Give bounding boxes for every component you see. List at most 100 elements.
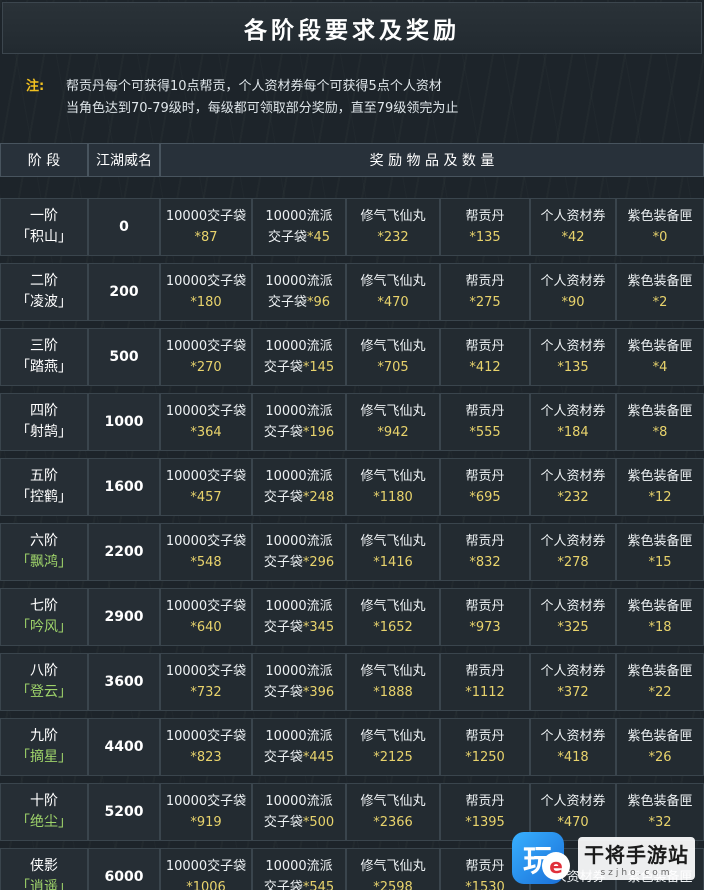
reward-item-name: 10000交子袋: [165, 339, 247, 354]
reward-qty: *180: [190, 295, 222, 310]
reward-qty: *1888: [373, 685, 413, 700]
reward-item-prefix: 交子袋: [263, 360, 303, 375]
reward-qty: *1006: [186, 880, 226, 890]
reward-qty: *823: [190, 750, 222, 765]
reward-qty: *0: [652, 230, 668, 245]
reward-item-qty-line: *1112: [465, 682, 505, 703]
reward-qty: *732: [190, 685, 222, 700]
table-row: 五阶 「控鹤」 1600 10000交子袋 *457 10000流派 交子袋*248 修气飞仙…: [0, 458, 704, 516]
stage-cell: 八阶 「登云」: [0, 653, 88, 711]
reward-item-name: 10000流派: [265, 794, 333, 809]
note-line-2: 当角色达到70-79级时，每级都可领取部分奖励，直至79级领完为止: [66, 101, 459, 116]
reward-item-name: 紫色装备匣: [627, 469, 693, 484]
fame-cell: 2200: [88, 523, 160, 581]
reward-item-name: 修气飞仙丸: [360, 339, 426, 354]
reward-cell: 帮贡丹 *1112: [440, 653, 530, 711]
reward-qty: *42: [561, 230, 585, 245]
reward-item-qty-line: *1180: [373, 487, 413, 508]
stage-title: 「逍遥」: [16, 879, 72, 890]
reward-qty: *15: [648, 555, 672, 570]
watermark-badge: e: [542, 852, 570, 880]
reward-item-qty-line: *325: [557, 617, 588, 638]
reward-item-name: 修气飞仙丸: [360, 859, 426, 874]
reward-qty: *232: [377, 230, 409, 245]
reward-item-qty-line: *1888: [373, 682, 413, 703]
stage-title: 「登云」: [16, 684, 72, 700]
reward-cell: 修气飞仙丸 *2598: [346, 848, 440, 890]
reward-item-qty-line: 交子袋*248: [264, 487, 334, 508]
reward-qty: *500: [302, 815, 335, 830]
reward-cell: 修气飞仙丸 *1888: [346, 653, 440, 711]
reward-item-qty-line: 交子袋*96: [268, 292, 330, 313]
reward-item-prefix: 交子袋: [263, 750, 303, 765]
reward-qty: *296: [302, 555, 335, 570]
reward-item-qty-line: *1006: [186, 877, 226, 890]
table-row: 四阶 「射鹄」 1000 10000交子袋 *364 10000流派 交子袋*196 修气飞仙…: [0, 393, 704, 451]
fame-cell: 1000: [88, 393, 160, 451]
stage-title: 「飘鸿」: [16, 554, 72, 570]
reward-qty: *1180: [373, 490, 413, 505]
reward-item-qty-line: *26: [648, 747, 671, 768]
reward-item-qty-line: *278: [557, 552, 588, 573]
reward-cell: 紫色装备匣 *4: [616, 328, 704, 386]
stage-title: 「控鹤」: [16, 489, 72, 505]
reward-qty: *325: [557, 620, 589, 635]
reward-item-qty-line: *0: [653, 227, 668, 248]
stage-title: 「射鹄」: [16, 424, 72, 440]
table-row: 二阶 「凌波」 200 10000交子袋 *180 10000流派 交子袋*96 修气飞仙丸 *…: [0, 263, 704, 321]
reward-cell: 10000流派 交子袋*248: [252, 458, 346, 516]
header-fame: 江湖威名: [88, 143, 160, 177]
reward-item-qty-line: 交子袋*500: [264, 812, 334, 833]
reward-qty: *1112: [465, 685, 505, 700]
stage-cell: 三阶 「踏燕」: [0, 328, 88, 386]
reward-cell: 10000流派 交子袋*296: [252, 523, 346, 581]
reward-item-qty-line: 交子袋*296: [264, 552, 334, 573]
reward-qty: *1395: [465, 815, 505, 830]
reward-qty: *345: [302, 620, 335, 635]
reward-qty: *2598: [373, 880, 413, 890]
reward-cell: 10000交子袋 *87: [160, 198, 252, 256]
reward-item-qty-line: *2598: [373, 877, 413, 890]
reward-qty: *1530: [465, 880, 505, 890]
reward-item-name: 10000流派: [265, 209, 333, 224]
reward-cell: 帮贡丹 *412: [440, 328, 530, 386]
reward-qty: *232: [557, 490, 589, 505]
reward-item-name: 帮贡丹: [465, 339, 505, 354]
reward-item-name: 修气飞仙丸: [360, 469, 426, 484]
note-label: 注:: [26, 79, 45, 94]
reward-cell: 修气飞仙丸 *232: [346, 198, 440, 256]
reward-qty: *135: [469, 230, 501, 245]
reward-item-qty-line: *973: [469, 617, 500, 638]
reward-item-qty-line: *832: [469, 552, 500, 573]
reward-cell: 帮贡丹 *973: [440, 588, 530, 646]
reward-qty: *1652: [373, 620, 413, 635]
reward-qty: *942: [377, 425, 409, 440]
reward-cell: 个人资材券 *232: [530, 458, 616, 516]
reward-cell: 10000流派 交子袋*545: [252, 848, 346, 890]
reward-item-name: 10000流派: [265, 664, 333, 679]
reward-qty: *470: [377, 295, 409, 310]
reward-qty: *418: [557, 750, 589, 765]
reward-cell: 紫色装备匣 *15: [616, 523, 704, 581]
reward-item-qty-line: *470: [377, 292, 408, 313]
reward-item-qty-line: 交子袋*145: [264, 357, 334, 378]
reward-cell: 紫色装备匣 *0: [616, 198, 704, 256]
reward-item-qty-line: *705: [377, 357, 408, 378]
reward-item-name: 10000交子袋: [165, 859, 247, 874]
table-row: 九阶 「摘星」 4400 10000交子袋 *823 10000流派 交子袋*445 修气飞仙…: [0, 718, 704, 776]
stage-name: 十阶: [30, 793, 58, 809]
reward-item-name: 10000流派: [265, 729, 333, 744]
fame-cell: 5200: [88, 783, 160, 841]
table-row: 七阶 「吟风」 2900 10000交子袋 *640 10000流派 交子袋*345 修气飞仙…: [0, 588, 704, 646]
reward-item-name: 修气飞仙丸: [360, 794, 426, 809]
reward-item-qty-line: *1652: [373, 617, 413, 638]
reward-qty: *4: [652, 360, 668, 375]
reward-qty: *275: [469, 295, 501, 310]
reward-item-qty-line: *640: [190, 617, 221, 638]
reward-qty: *196: [302, 425, 335, 440]
reward-qty: *364: [190, 425, 222, 440]
reward-qty: *45: [306, 230, 331, 245]
reward-item-qty-line: 交子袋*45: [268, 227, 330, 248]
reward-item-qty-line: *555: [469, 422, 500, 443]
reward-cell: 修气飞仙丸 *1652: [346, 588, 440, 646]
